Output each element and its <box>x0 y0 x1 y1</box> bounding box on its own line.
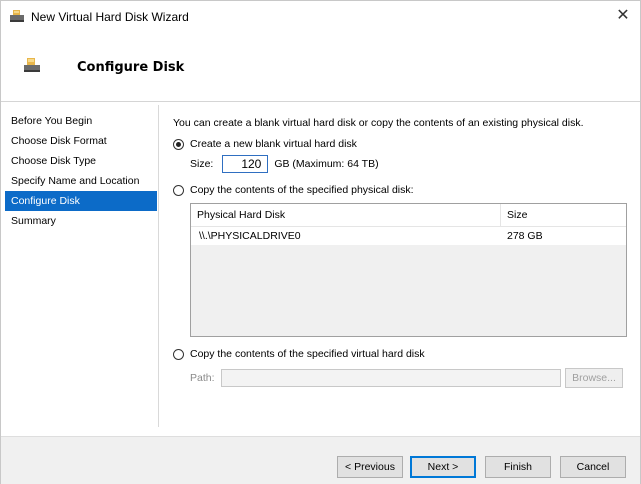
disk-name-cell: \\.\PHYSICALDRIVE0 <box>199 230 301 242</box>
nav-item-before-you-begin[interactable]: Before You Begin <box>5 111 157 131</box>
size-row: Size: GB (Maximum: 64 TB) <box>190 155 379 173</box>
nav-item-choose-disk-type[interactable]: Choose Disk Type <box>5 151 157 171</box>
wizard-header: Configure Disk <box>1 31 640 102</box>
nav-divider <box>158 105 159 427</box>
column-header-size[interactable]: Size <box>507 209 527 221</box>
nav-item-summary[interactable]: Summary <box>5 211 157 231</box>
size-unit-label: GB (Maximum: 64 TB) <box>274 158 379 170</box>
column-header-physical-hard-disk[interactable]: Physical Hard Disk <box>197 209 285 221</box>
wizard-footer: < Previous Next > Finish Cancel <box>1 436 640 484</box>
window-title: New Virtual Hard Disk Wizard <box>31 10 189 24</box>
wizard-steps-nav: Before You Begin Choose Disk Format Choo… <box>5 111 157 231</box>
previous-button[interactable]: < Previous <box>337 456 403 478</box>
browse-button[interactable]: Browse... <box>565 368 623 388</box>
path-label: Path: <box>190 372 215 384</box>
option-copy-physical-disk-label: Copy the contents of the specified physi… <box>190 184 414 196</box>
option-copy-physical-disk[interactable]: Copy the contents of the specified physi… <box>173 184 414 196</box>
wizard-window: New Virtual Hard Disk Wizard ✕ Configure… <box>0 0 641 484</box>
physical-disk-list[interactable]: Physical Hard Disk Size \\.\PHYSICALDRIV… <box>190 203 627 337</box>
table-row[interactable]: \\.\PHYSICALDRIVE0 278 GB <box>191 227 626 245</box>
nav-item-specify-name-and-location[interactable]: Specify Name and Location <box>5 171 157 191</box>
configure-disk-panel: You can create a blank virtual hard disk… <box>173 102 633 436</box>
next-button[interactable]: Next > <box>410 456 476 478</box>
size-input[interactable] <box>222 155 269 173</box>
content-area: Before You Begin Choose Disk Format Choo… <box>1 102 640 436</box>
page-title: Configure Disk <box>77 60 185 75</box>
intro-text: You can create a blank virtual hard disk… <box>173 117 584 129</box>
radio-copy-virtual-disk[interactable] <box>173 348 184 360</box>
nav-item-choose-disk-format[interactable]: Choose Disk Format <box>5 131 157 151</box>
option-copy-virtual-disk-label: Copy the contents of the specified virtu… <box>190 348 425 360</box>
size-label: Size: <box>190 158 214 170</box>
cancel-button[interactable]: Cancel <box>560 456 626 478</box>
nav-item-configure-disk[interactable]: Configure Disk <box>5 191 157 211</box>
title-bar: New Virtual Hard Disk Wizard ✕ <box>1 1 640 31</box>
virtual-disk-icon <box>24 58 40 72</box>
path-row: Path: Browse... <box>190 368 623 388</box>
option-new-blank-disk[interactable]: Create a new blank virtual hard disk <box>173 138 357 150</box>
radio-new-blank-disk[interactable] <box>173 138 184 150</box>
column-separator <box>500 204 501 226</box>
radio-copy-physical-disk[interactable] <box>173 184 184 196</box>
path-input[interactable] <box>221 369 561 387</box>
finish-button[interactable]: Finish <box>485 456 551 478</box>
option-copy-virtual-disk[interactable]: Copy the contents of the specified virtu… <box>173 348 425 360</box>
option-new-blank-disk-label: Create a new blank virtual hard disk <box>190 138 357 150</box>
close-icon[interactable]: ✕ <box>606 1 640 31</box>
virtual-disk-icon <box>10 10 24 22</box>
disk-size-cell: 278 GB <box>507 230 543 242</box>
table-header: Physical Hard Disk Size <box>191 204 626 227</box>
